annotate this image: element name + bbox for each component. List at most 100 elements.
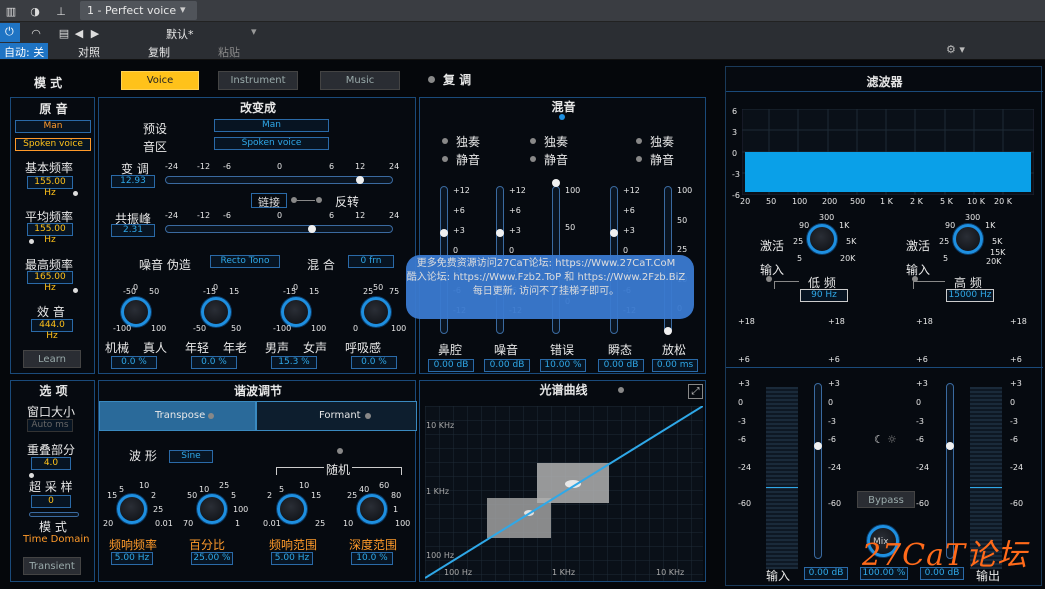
complex-led[interactable] xyxy=(428,76,435,83)
effect-value[interactable]: 444.0 Hz xyxy=(31,319,73,341)
tab-formant[interactable]: Formant xyxy=(256,401,417,431)
formant-slider[interactable] xyxy=(165,225,393,233)
transform-knob[interactable] xyxy=(281,297,311,327)
high-freq-value[interactable]: 15000 Hz xyxy=(946,289,994,302)
knob-value[interactable]: 15.3 % xyxy=(271,356,317,369)
mute-led[interactable] xyxy=(636,156,642,162)
harmonic-knob-value[interactable]: 5.00 Hz xyxy=(111,552,153,565)
output-fader-thumb[interactable] xyxy=(946,442,954,450)
bypass-button[interactable]: Bypass xyxy=(857,491,915,508)
pitch-value[interactable]: 12.93 xyxy=(111,175,155,188)
base-freq-label: 基本频率 xyxy=(25,161,74,175)
low-freq-knob[interactable] xyxy=(807,224,837,254)
copy-button[interactable]: 复制 xyxy=(148,44,170,60)
harmonic-knob-value[interactable]: 25.00 % xyxy=(191,552,233,565)
learn-button[interactable]: Learn xyxy=(23,350,81,368)
random-led[interactable] xyxy=(337,448,343,454)
spectrum-plot[interactable] xyxy=(425,406,703,581)
harmonic-knob[interactable] xyxy=(357,494,387,524)
low-activate-led[interactable] xyxy=(766,276,772,282)
expand-icon[interactable]: ⤢ xyxy=(688,384,703,399)
base-freq-handle[interactable] xyxy=(73,191,78,196)
solo-led[interactable] xyxy=(530,138,536,144)
filter-graph[interactable] xyxy=(742,109,1034,195)
noise-value[interactable]: Recto Tono xyxy=(210,255,280,268)
paste-button[interactable]: 粘贴 xyxy=(218,44,240,60)
solo-led[interactable] xyxy=(442,138,448,144)
gear-icon[interactable]: ⚙ ▾ xyxy=(946,43,965,56)
max-freq-handle[interactable] xyxy=(73,288,78,293)
oversample-value[interactable]: 0 xyxy=(31,495,71,508)
channel-value[interactable]: 0.00 ms xyxy=(652,359,698,372)
window-value[interactable]: Auto ms xyxy=(27,419,73,432)
formant-thumb[interactable] xyxy=(308,225,316,233)
channel-fader-thumb[interactable] xyxy=(610,229,618,237)
low-freq-value[interactable]: 90 Hz xyxy=(800,289,848,302)
max-freq-value[interactable]: 165.00 Hz xyxy=(27,271,73,293)
channel-fader-thumb[interactable] xyxy=(496,229,504,237)
transform-knob[interactable] xyxy=(121,297,151,327)
overlap-value[interactable]: 4.0 xyxy=(31,457,71,470)
track-selector[interactable]: 1 - Perfect voice ▾ xyxy=(80,1,197,20)
loop-icon[interactable]: ◠ xyxy=(27,24,45,42)
voice-button[interactable]: Voice xyxy=(121,71,199,90)
transient-button[interactable]: Transient xyxy=(23,557,81,575)
music-button[interactable]: Music xyxy=(320,71,400,90)
next-icon[interactable]: ▶ xyxy=(89,24,101,42)
high-freq-knob[interactable] xyxy=(953,224,983,254)
link-button[interactable]: 链接 xyxy=(251,193,287,209)
preset-selector[interactable]: 默认* ▾ xyxy=(104,24,264,41)
wave-value[interactable]: Sine xyxy=(169,450,213,463)
voice-type-select[interactable]: Spoken voice xyxy=(15,138,91,151)
transform-knob[interactable] xyxy=(361,297,391,327)
moon-icon[interactable]: ☾ xyxy=(874,433,884,446)
tab-transpose[interactable]: Transpose xyxy=(99,401,256,431)
harmonic-knob-value[interactable]: 10.0 % xyxy=(351,552,393,565)
auto-button[interactable]: 自动: 关 xyxy=(0,43,48,59)
mode-value[interactable]: Time Domain xyxy=(23,534,89,545)
base-freq-value[interactable]: 155.00 Hz xyxy=(27,176,73,198)
channel-fader-thumb[interactable] xyxy=(664,327,672,335)
dial-icon[interactable]: ◑ xyxy=(26,2,44,20)
input-fader[interactable] xyxy=(814,383,822,559)
invert-led[interactable] xyxy=(316,197,322,203)
compare-button[interactable]: 对照 xyxy=(78,44,100,60)
instrument-button[interactable]: Instrument xyxy=(218,71,298,90)
avg-freq-value[interactable]: 155.00 Hz xyxy=(27,223,73,245)
harmonic-knob[interactable] xyxy=(117,494,147,524)
input-fader-thumb[interactable] xyxy=(814,442,822,450)
harmonic-knob[interactable] xyxy=(197,494,227,524)
transform-knob[interactable] xyxy=(201,297,231,327)
input-value[interactable]: 0.00 dB xyxy=(804,567,848,580)
formant-value[interactable]: 2.31 xyxy=(111,224,155,237)
range-value[interactable]: Spoken voice xyxy=(214,137,329,150)
file-icon[interactable]: ▤ xyxy=(55,24,73,42)
prev-icon[interactable]: ◀ xyxy=(73,24,85,42)
sun-icon[interactable]: ☼ xyxy=(887,433,897,446)
oversample-slider[interactable] xyxy=(29,512,79,517)
bars-icon[interactable]: ▥ xyxy=(2,2,20,20)
pitch-slider[interactable] xyxy=(165,176,393,184)
channel-value[interactable]: 0.00 dB xyxy=(428,359,474,372)
preset-value[interactable]: Man xyxy=(214,119,329,132)
solo-led[interactable] xyxy=(636,138,642,144)
spectrum-led[interactable] xyxy=(618,387,624,393)
mute-led[interactable] xyxy=(442,156,448,162)
knob-value[interactable]: 0.0 % xyxy=(191,356,237,369)
power-icon[interactable]: ⏻ xyxy=(0,23,20,42)
channel-value[interactable]: 0.00 dB xyxy=(598,359,644,372)
knob-value[interactable]: 0.0 % xyxy=(351,356,397,369)
gender-select[interactable]: Man xyxy=(15,120,91,133)
mute-led[interactable] xyxy=(530,156,536,162)
harmonic-knob[interactable] xyxy=(277,494,307,524)
channel-value[interactable]: 10.00 % xyxy=(540,359,586,372)
routing-icon[interactable]: ⊥ xyxy=(52,2,70,20)
solo-label: 独奏 xyxy=(456,135,481,149)
harmonic-knob-value[interactable]: 5.00 Hz xyxy=(271,552,313,565)
channel-fader-thumb[interactable] xyxy=(440,229,448,237)
pitch-thumb[interactable] xyxy=(356,176,364,184)
avg-freq-handle[interactable] xyxy=(29,239,34,244)
knob-value[interactable]: 0.0 % xyxy=(111,356,157,369)
channel-fader-thumb[interactable] xyxy=(552,179,560,187)
channel-value[interactable]: 0.00 dB xyxy=(484,359,530,372)
